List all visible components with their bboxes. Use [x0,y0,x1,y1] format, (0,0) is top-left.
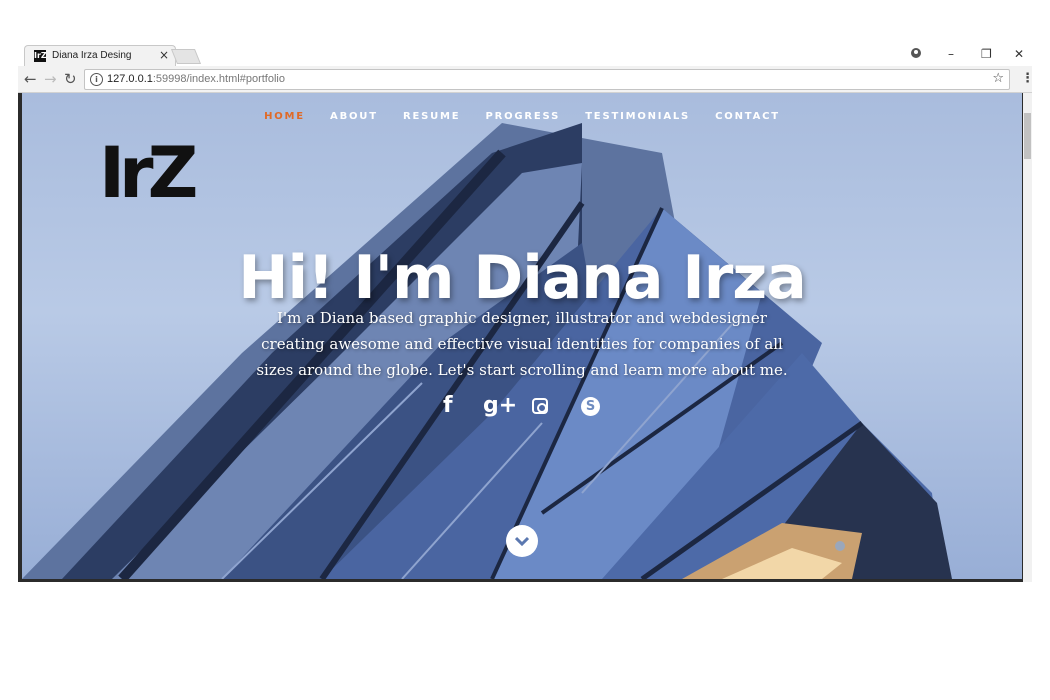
star-icon[interactable]: ☆ [992,71,1004,86]
hero-headline: Hi! I'm Diana Irza [238,243,806,314]
google-plus-icon[interactable]: g+ [483,393,517,418]
reload-icon[interactable]: ↻ [64,70,77,88]
page-viewport: HOME ABOUT RESUME PROGRESS TESTIMONIALS … [18,93,1032,582]
nav-home[interactable]: HOME [264,111,305,122]
hero-intro: I'm a Diana based graphic designer, illu… [256,309,788,379]
url-path: :59998/index.html#portfolio [152,73,285,85]
facebook-icon[interactable]: f [443,393,453,418]
menu-dots-icon[interactable]: ⋮ [1021,71,1034,86]
social-links: f g+ S [435,393,615,423]
forward-arrow-icon[interactable]: → [44,70,57,88]
scrollbar-thumb[interactable] [1024,113,1031,159]
scroll-down-button[interactable] [506,525,538,557]
browser-window: IrZ Diana Irza Desing × – ❐ ✕ ← → ↻ i 12… [18,42,1034,582]
nav-contact[interactable]: CONTACT [715,111,780,122]
site-logo[interactable]: IrZ [99,138,198,208]
browser-toolbar: ← → ↻ i 127.0.0.1:59998/index.html#portf… [18,66,1034,93]
tab-close-icon[interactable]: × [159,48,169,62]
tab-strip: IrZ Diana Irza Desing × – ❐ ✕ [18,42,1032,67]
tab-title: Diana Irza Desing [52,50,132,61]
hero-section: HOME ABOUT RESUME PROGRESS TESTIMONIALS … [22,93,1022,579]
nav-testimonials[interactable]: TESTIMONIALS [585,111,690,122]
page-scrollbar[interactable] [1023,93,1032,582]
favicon-icon: IrZ [34,50,47,62]
nav-about[interactable]: ABOUT [330,111,378,122]
browser-tab[interactable]: IrZ Diana Irza Desing × [24,45,176,67]
info-icon[interactable]: i [90,73,103,86]
new-tab-button[interactable] [170,49,202,64]
back-arrow-icon[interactable]: ← [24,70,37,88]
restore-button[interactable]: ❐ [981,47,992,61]
minimize-button[interactable]: – [948,47,954,61]
account-icon[interactable] [911,48,921,58]
main-nav: HOME ABOUT RESUME PROGRESS TESTIMONIALS … [22,104,1022,123]
url-text: 127.0.0.1:59998/index.html#portfolio [107,73,285,85]
instagram-icon[interactable] [532,398,548,414]
nav-resume[interactable]: RESUME [403,111,460,122]
chevron-down-icon [515,536,529,546]
nav-progress[interactable]: PROGRESS [485,111,560,122]
address-bar[interactable]: i 127.0.0.1:59998/index.html#portfolio ☆ [84,69,1010,90]
close-window-button[interactable]: ✕ [1014,47,1024,61]
skype-icon[interactable]: S [581,397,600,416]
url-host: 127.0.0.1 [107,73,153,85]
